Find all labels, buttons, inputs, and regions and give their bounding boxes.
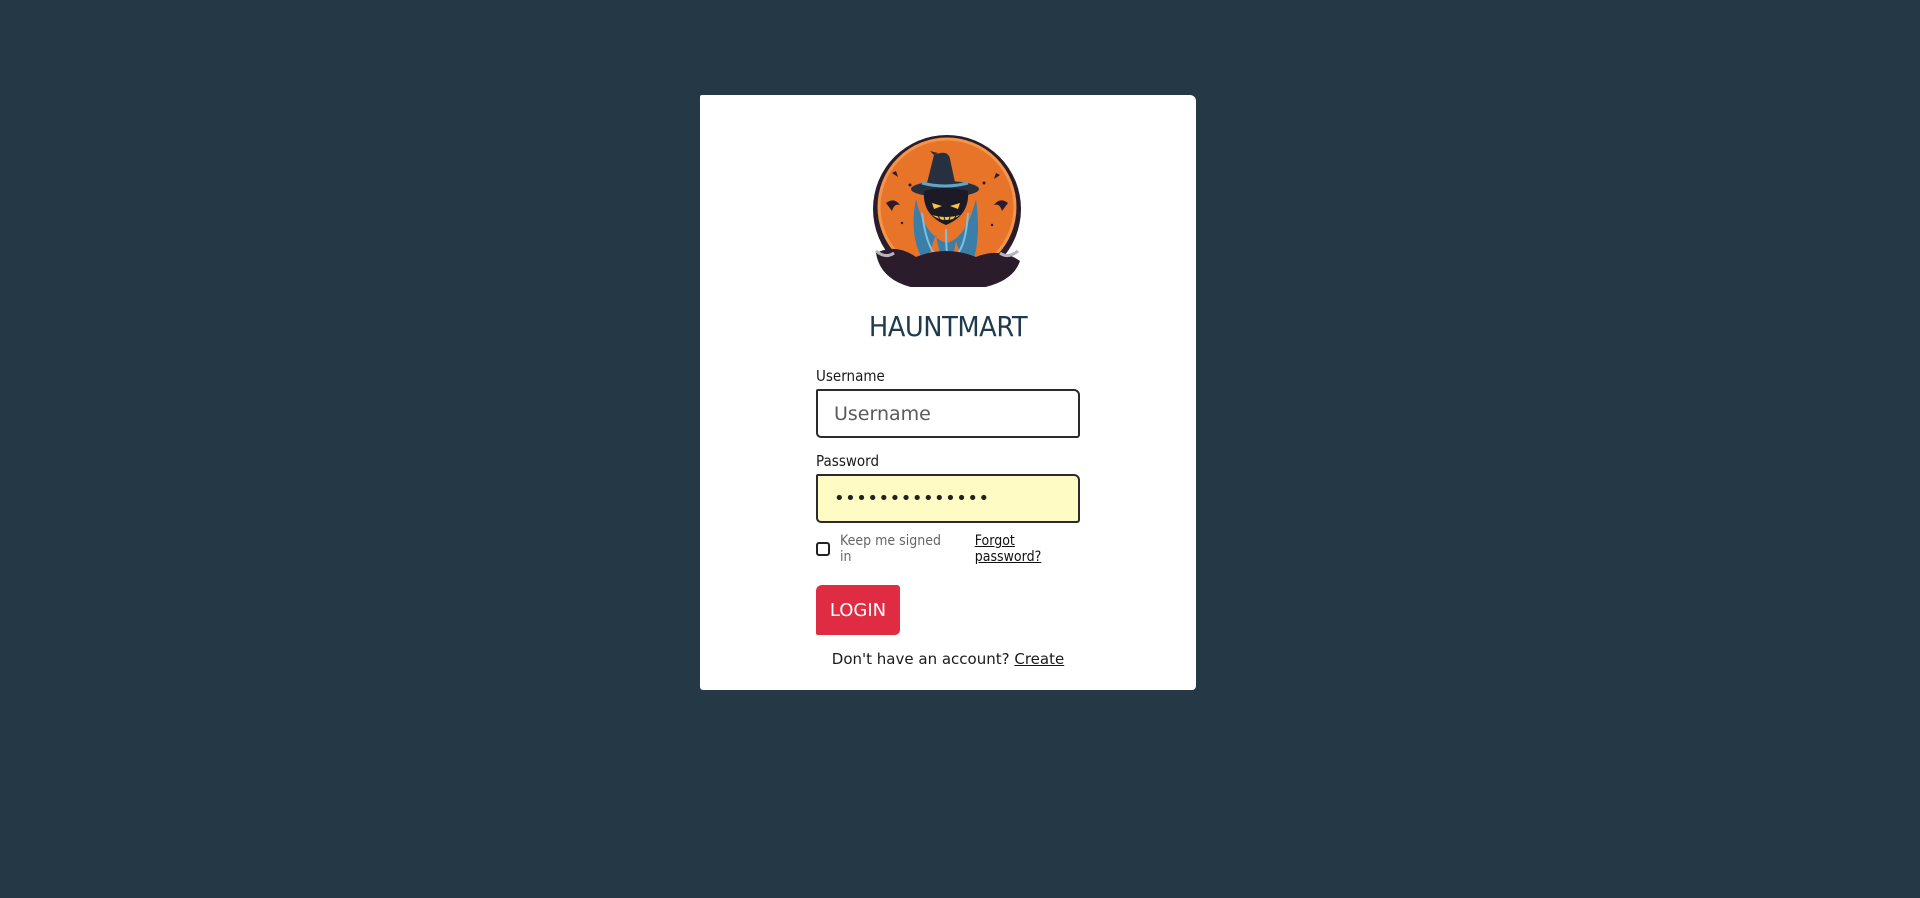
keep-signed-in-checkbox[interactable] <box>816 542 830 556</box>
options-row: Keep me signed in Forgot password? <box>816 533 1080 565</box>
signup-prompt: Don't have an account? Create <box>700 650 1196 668</box>
password-input[interactable] <box>816 474 1080 523</box>
username-label: Username <box>816 367 885 385</box>
password-label: Password <box>816 452 880 470</box>
login-form: Username Password Keep me signed in Forg… <box>816 367 1080 635</box>
signup-text: Don't have an account? <box>831 650 1010 668</box>
login-button[interactable]: LOGIN <box>816 585 900 635</box>
forgot-password-link[interactable]: Forgot password? <box>974 533 1080 565</box>
witch-pumpkin-logo-icon <box>872 133 1022 291</box>
username-input[interactable] <box>816 389 1080 438</box>
login-card: HAUNTMART Username Password Keep me sign… <box>700 95 1196 690</box>
brand-title: HAUNTMART <box>868 310 1028 343</box>
keep-signed-in: Keep me signed in <box>816 533 963 565</box>
keep-signed-in-label: Keep me signed in <box>839 533 941 565</box>
create-account-link[interactable]: Create <box>1014 650 1064 668</box>
